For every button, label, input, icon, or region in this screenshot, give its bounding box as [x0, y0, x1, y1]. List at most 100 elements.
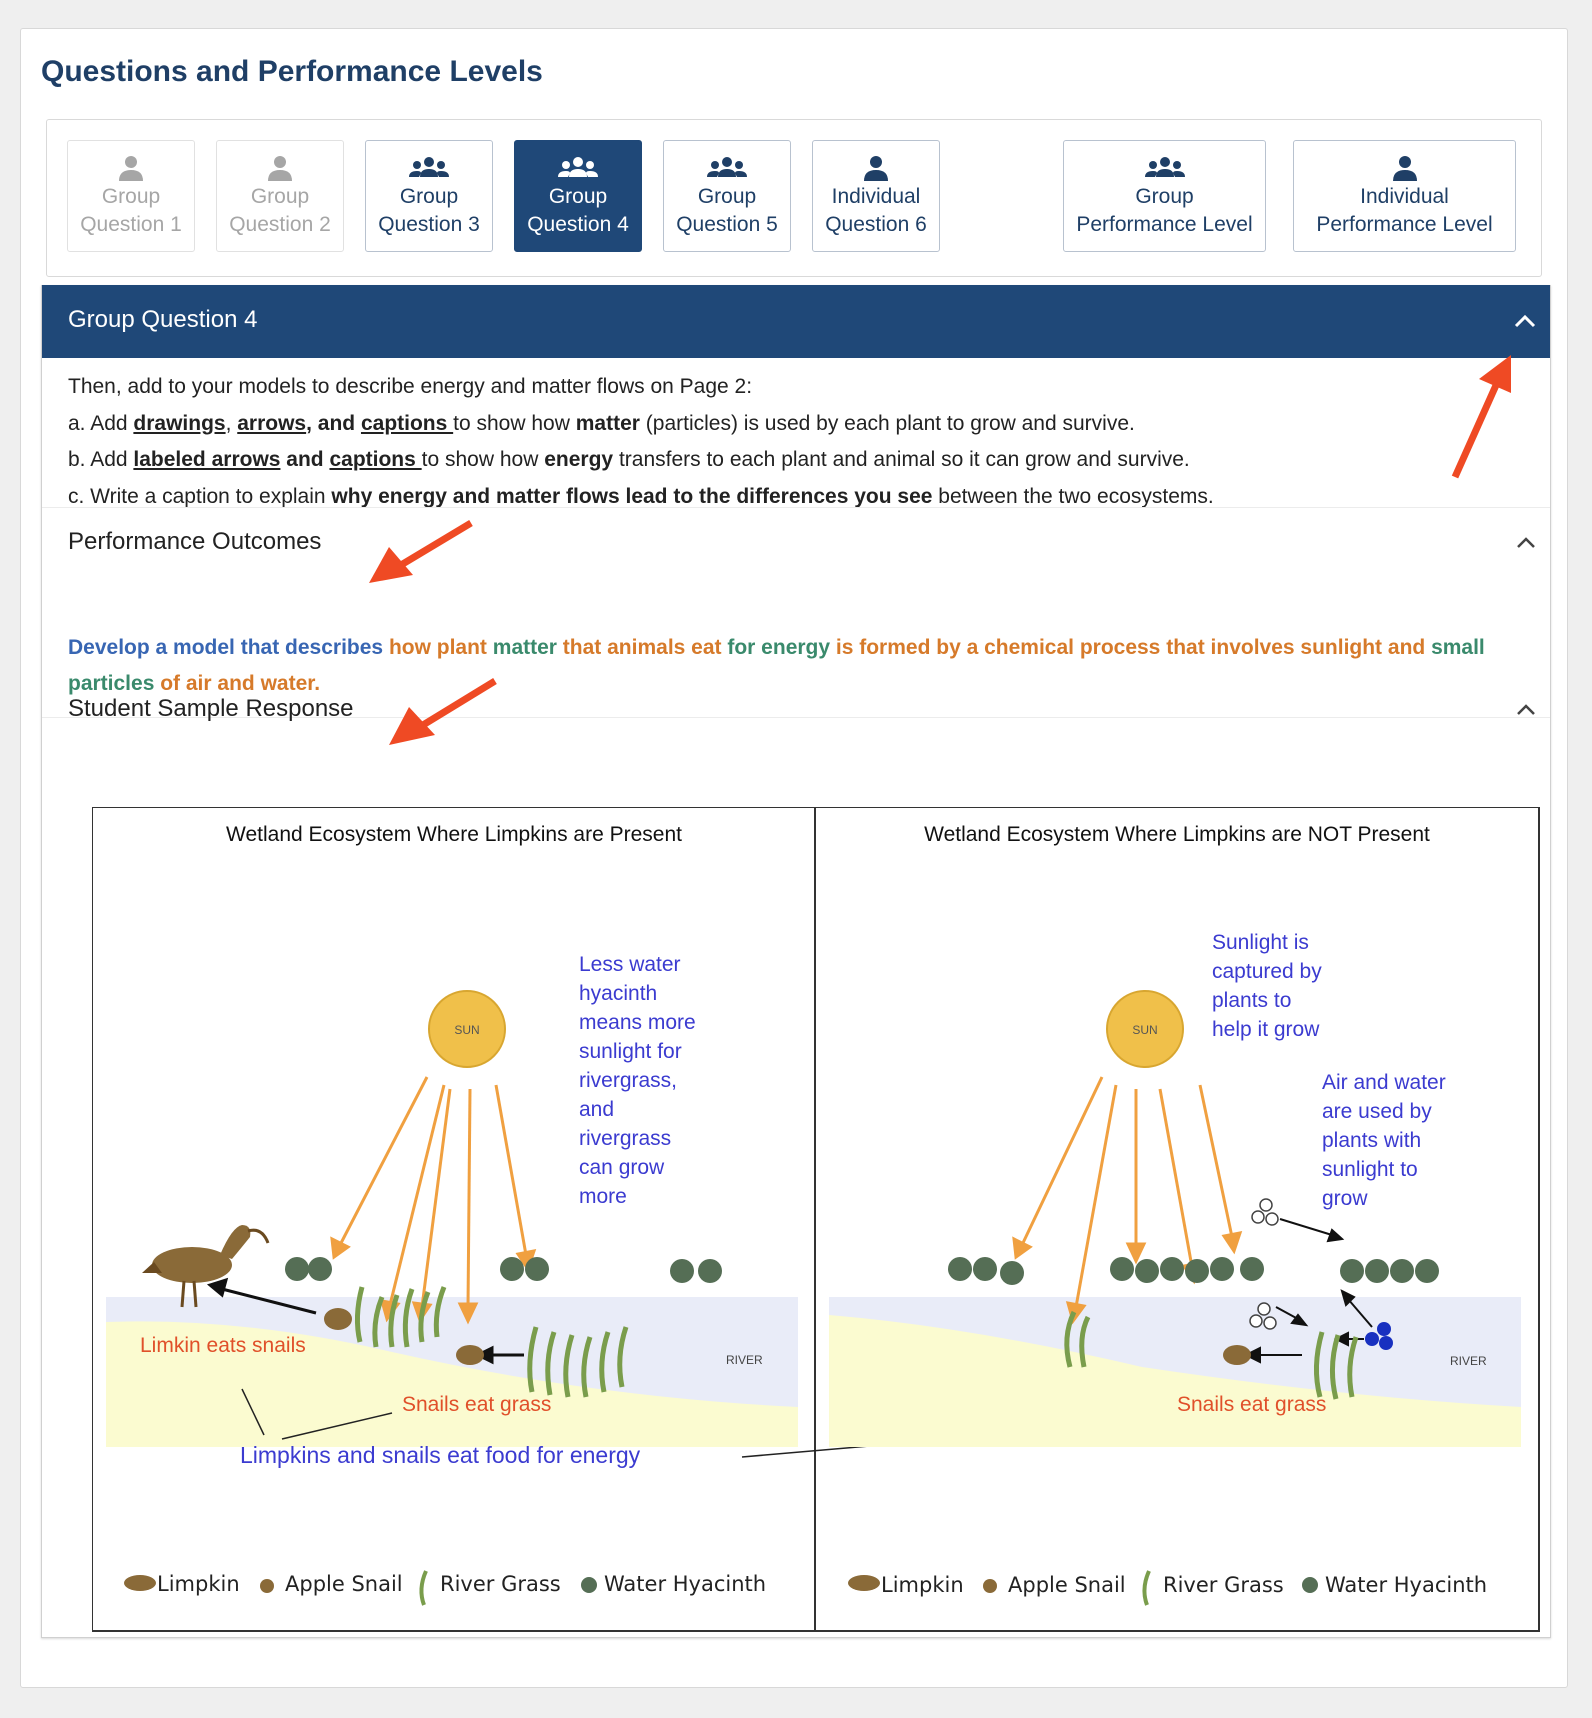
sun-label: SUN — [1132, 1023, 1157, 1037]
outcome-segment: of air and water. — [160, 672, 321, 695]
svg-text:plants to: plants to — [1212, 989, 1291, 1012]
left-panel-title: Wetland Ecosystem Where Limpkins are Pre… — [226, 823, 682, 846]
limpkin-caption: Limkin eats snails — [140, 1334, 306, 1357]
tab-individual-question-6[interactable]: Individual Question 6 — [812, 140, 940, 252]
apple-snail-icon — [324, 1308, 352, 1330]
tab-individual-performance-level[interactable]: Individual Performance Level — [1293, 140, 1516, 252]
tab-label-line1: Group — [1135, 185, 1194, 208]
svg-text:sunlight to: sunlight to — [1322, 1158, 1418, 1181]
tab-label-line1: Group — [548, 185, 608, 208]
svg-text:and: and — [579, 1098, 614, 1121]
person-icon — [864, 156, 888, 181]
group-icon — [558, 157, 598, 177]
annotation-arrow-icon — [1451, 355, 1511, 479]
tab-group-performance-level[interactable]: Group Performance Level — [1063, 140, 1266, 252]
tab-label-line1: Group — [697, 185, 757, 208]
svg-text:River Grass: River Grass — [440, 1572, 561, 1596]
page-title: Questions and Performance Levels — [41, 55, 543, 88]
panel-header[interactable]: Group Question 4 — [42, 285, 1550, 358]
tab-label-line2: Question 6 — [825, 213, 927, 236]
svg-text:captured by: captured by — [1212, 960, 1322, 983]
tab-label-line1: Individual — [1360, 185, 1449, 208]
question-panel: Group Question 4 Then, add to your model… — [41, 285, 1551, 1638]
river-label: RIVER — [726, 1353, 763, 1367]
apple-snail-icon — [456, 1345, 484, 1365]
svg-text:Limpkin: Limpkin — [157, 1572, 240, 1596]
outcome-segment: how plant — [388, 636, 493, 659]
tab-label-line1: Group — [101, 185, 161, 208]
outcome-segment: is formed by a chemical process that inv… — [835, 636, 1432, 659]
question-text: Then, add to your models to describe ene… — [68, 369, 1214, 515]
svg-text:Less water: Less water — [579, 953, 681, 976]
performance-outcome-text: Develop a model that describes how plant… — [68, 630, 1528, 702]
snails-caption: Snails eat grass — [1177, 1393, 1326, 1416]
svg-text:can grow: can grow — [579, 1156, 665, 1179]
tab-label-line2: Performance Level — [1316, 213, 1493, 236]
svg-text:are used by: are used by — [1322, 1100, 1432, 1123]
group-icon — [707, 157, 747, 177]
student-sample-diagram: Wetland Ecosystem Where Limpkins are Pre… — [92, 807, 1540, 1632]
svg-text:rivergrass,: rivergrass, — [579, 1069, 677, 1092]
person-icon — [268, 156, 292, 181]
tab-label-line1: Group — [250, 185, 310, 208]
outcome-segment: Develop a model that describes — [68, 636, 389, 659]
tab-label-line2: Question 2 — [229, 213, 331, 236]
tab-label-line2: Question 1 — [80, 213, 182, 236]
tab-group-question-4[interactable]: Group Question 4 — [514, 140, 642, 252]
tab-group-question-2[interactable]: Group Question 2 — [216, 140, 344, 252]
tab-group-question-5[interactable]: Group Question 5 — [663, 140, 791, 252]
divider — [42, 507, 1550, 508]
apple-snail-icon — [1223, 1345, 1251, 1365]
tab-label-line2: Question 4 — [527, 213, 629, 236]
question-tabs: Group Question 1 Group Question 2 Group … — [46, 119, 1542, 277]
group-icon — [1144, 157, 1185, 177]
tab-label-line1: Individual — [831, 185, 921, 208]
svg-text:River Grass: River Grass — [1163, 1573, 1284, 1597]
limpkin-icon — [848, 1575, 880, 1591]
svg-text:plants with: plants with — [1322, 1129, 1421, 1152]
svg-text:Sunlight is: Sunlight is — [1212, 931, 1309, 954]
svg-text:hyacinth: hyacinth — [579, 982, 657, 1005]
river-label: RIVER — [1450, 1354, 1487, 1368]
annotation-arrow-icon — [369, 519, 473, 583]
water-hyacinth-icon — [581, 1577, 597, 1593]
svg-text:Water Hyacinth: Water Hyacinth — [604, 1572, 766, 1596]
apple-snail-icon — [983, 1579, 997, 1593]
apple-snail-icon — [260, 1579, 274, 1593]
tab-label-line1: Group — [399, 185, 459, 208]
svg-text:sunlight for: sunlight for — [579, 1040, 682, 1063]
svg-text:more: more — [579, 1185, 627, 1208]
svg-text:Limpkin: Limpkin — [881, 1573, 964, 1597]
svg-text:rivergrass: rivergrass — [579, 1127, 671, 1150]
water-hyacinth-icon — [1302, 1577, 1318, 1593]
shared-caption: Limpkins and snails eat food for energy — [240, 1442, 641, 1468]
outcome-segment: matter — [492, 636, 563, 659]
tab-label-line2: Performance Level — [1076, 213, 1253, 236]
tab-group-question-3[interactable]: Group Question 3 — [365, 140, 493, 252]
tab-group-question-1[interactable]: Group Question 1 — [67, 140, 195, 252]
right-panel-title: Wetland Ecosystem Where Limpkins are NOT… — [924, 823, 1430, 846]
person-icon — [119, 156, 143, 181]
outcome-segment: for energy — [727, 636, 836, 659]
chevron-up-icon[interactable] — [1514, 313, 1536, 329]
question-part-a: a. Add drawings, arrows, and captions to… — [68, 411, 1135, 435]
group-icon — [409, 157, 449, 177]
tab-label-line2: Question 5 — [676, 213, 778, 236]
tab-label-line2: Question 3 — [378, 213, 480, 236]
svg-text:help it grow: help it grow — [1212, 1018, 1320, 1041]
snails-caption: Snails eat grass — [402, 1393, 551, 1416]
question-part-c: c. Write a caption to explain why energy… — [68, 484, 1214, 508]
svg-text:Air and water: Air and water — [1322, 1071, 1446, 1094]
sun-label: SUN — [454, 1023, 479, 1037]
annotation-arrow-icon — [389, 678, 497, 745]
main-card: Questions and Performance Levels Group Q… — [20, 28, 1568, 1688]
svg-text:Apple Snail: Apple Snail — [1008, 1573, 1126, 1597]
student-sample-response-title: Student Sample Response — [68, 695, 354, 722]
chevron-up-icon[interactable] — [1516, 702, 1536, 716]
chevron-up-icon[interactable] — [1516, 535, 1536, 549]
panel-title: Group Question 4 — [68, 306, 258, 333]
person-icon — [1392, 156, 1417, 181]
performance-outcomes-title: Performance Outcomes — [68, 528, 322, 555]
limpkin-icon — [124, 1575, 156, 1591]
svg-text:means more: means more — [579, 1011, 696, 1034]
